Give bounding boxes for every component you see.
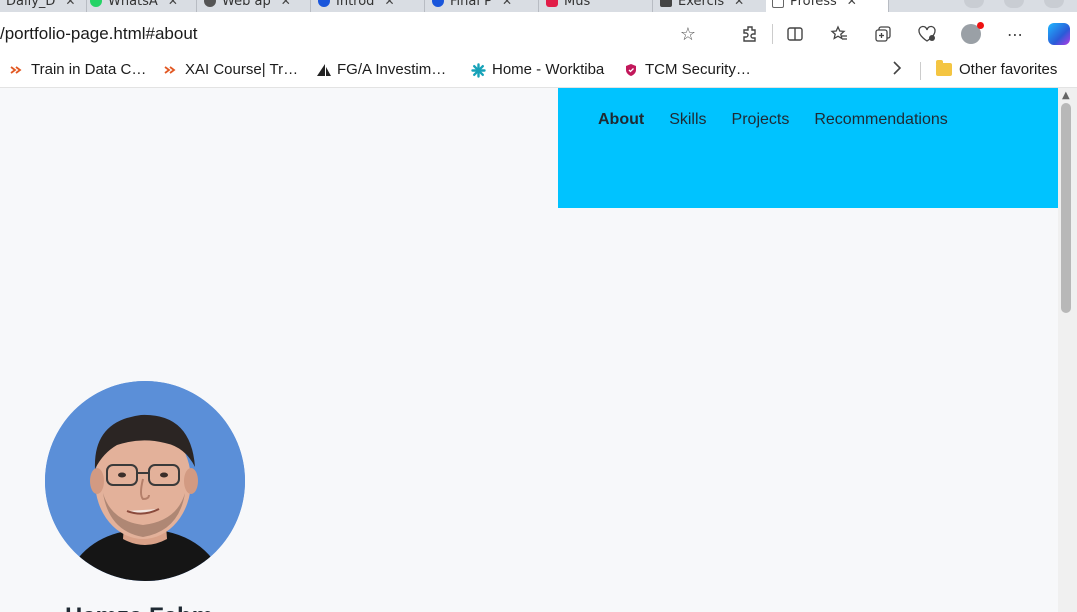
collections-icon[interactable]: [861, 22, 905, 46]
profile-avatar: [961, 22, 984, 44]
favorite-item[interactable]: XAI Course| Tr…: [164, 61, 298, 78]
train-in-data-icon: [164, 63, 178, 77]
tab-3-label: Web ap: [222, 0, 271, 9]
tab-3[interactable]: Web ap ✕: [198, 0, 311, 12]
profile-name: Hamza Fahm: [65, 603, 213, 612]
favorite-item[interactable]: Train in Data C…: [10, 61, 146, 78]
favorite-item[interactable]: FG/A Investim…: [316, 61, 446, 78]
close-window-button[interactable]: [1044, 0, 1064, 8]
web-page: About Skills Projects Recommendations: [0, 88, 1058, 612]
page-icon: [660, 0, 672, 7]
web-icon: [204, 0, 216, 7]
nav-link-projects[interactable]: Projects: [732, 111, 790, 129]
browser-essentials-icon[interactable]: [905, 22, 949, 46]
tab-5-label: Final P: [450, 0, 492, 9]
document-icon: [772, 0, 784, 8]
tab-strip: Daily_D ✕ WhatsA ✕ Web ap ✕ Introd ✕ Fin…: [0, 0, 1077, 12]
close-icon[interactable]: ✕: [734, 0, 744, 8]
favorites-bar: Train in Data C… XAI Course| Tr… FG/A In…: [0, 56, 1077, 88]
favorite-item[interactable]: TCM Security…: [624, 61, 751, 78]
tab-5[interactable]: Final P ✕: [426, 0, 539, 12]
more-options-icon[interactable]: ⋯: [993, 22, 1037, 46]
fga-icon: [316, 63, 331, 77]
nav-link-skills[interactable]: Skills: [669, 111, 706, 129]
chevron-right-icon[interactable]: [891, 59, 903, 82]
tab-2-label: WhatsA: [108, 0, 158, 9]
media-icon: [546, 0, 558, 7]
folder-icon: [936, 60, 952, 76]
course-icon: [318, 0, 330, 7]
tab-4[interactable]: Introd ✕: [312, 0, 425, 12]
close-icon[interactable]: ✕: [65, 0, 75, 8]
nav-link-about[interactable]: About: [598, 111, 644, 129]
nav-link-recommendations[interactable]: Recommendations: [814, 111, 947, 129]
favorite-item[interactable]: Home - Worktiba: [471, 61, 604, 78]
tab-active[interactable]: Profess ✕: [766, 0, 889, 12]
tab-7-label: Exercis: [678, 0, 725, 9]
close-icon[interactable]: ✕: [384, 0, 394, 8]
profile-icon[interactable]: [949, 22, 993, 46]
close-icon[interactable]: ✕: [847, 0, 857, 8]
scroll-up-icon[interactable]: ▲: [1062, 90, 1070, 101]
tab-6-label: Mus: [564, 0, 591, 9]
other-favorites-label: Other favorites: [959, 61, 1058, 78]
url-text[interactable]: /portfolio-page.html#about: [0, 24, 198, 44]
other-favorites[interactable]: Other favorites: [936, 60, 1058, 78]
favorite-label: FG/A Investim…: [337, 61, 447, 78]
maximize-button[interactable]: [1004, 0, 1024, 8]
train-in-data-icon: [10, 63, 24, 77]
toolbar-icons: ⋯: [728, 22, 1077, 46]
tab-1[interactable]: Daily_D ✕: [0, 0, 87, 12]
whatsapp-icon: [90, 0, 102, 7]
split-screen-icon[interactable]: [773, 22, 817, 46]
tab-4-label: Introd: [336, 0, 375, 9]
copilot-icon[interactable]: [1037, 22, 1077, 46]
favorite-star-icon[interactable]: ☆: [680, 24, 696, 45]
favorite-label: XAI Course| Tr…: [185, 61, 299, 78]
copilot-logo: [1048, 23, 1070, 45]
favorite-label: Train in Data C…: [31, 61, 147, 78]
close-icon[interactable]: ✕: [168, 0, 178, 8]
close-icon[interactable]: ✕: [281, 0, 291, 8]
site-navbar: About Skills Projects Recommendations: [558, 88, 1058, 208]
favorite-label: Home - Worktiba: [492, 61, 605, 78]
page-scrollbar[interactable]: ▲: [1058, 88, 1077, 612]
address-bar[interactable]: /portfolio-page.html#about ☆: [0, 18, 710, 50]
favorites-icon[interactable]: [817, 22, 861, 46]
tab-1-label: Daily_D: [6, 0, 56, 9]
tab-2[interactable]: WhatsA ✕: [84, 0, 197, 12]
extensions-icon[interactable]: [728, 22, 772, 46]
profile-photo: [45, 381, 245, 581]
scrollbar-thumb[interactable]: [1061, 103, 1071, 313]
profile-photo-image: [45, 381, 245, 581]
tab-7[interactable]: Exercis ✕: [654, 0, 767, 12]
course-icon: [432, 0, 444, 7]
minimize-button[interactable]: [964, 0, 984, 8]
close-icon[interactable]: ✕: [502, 0, 512, 8]
favorite-label: TCM Security…: [645, 61, 751, 78]
worktiba-icon: [471, 62, 486, 78]
nav-links: About Skills Projects Recommendations: [598, 111, 948, 129]
browser-toolbar: /portfolio-page.html#about ☆ ⋯: [0, 12, 1077, 56]
shield-icon: [624, 63, 638, 77]
tab-8-label: Profess: [790, 0, 837, 9]
tab-6[interactable]: Mus: [540, 0, 653, 12]
favorites-divider: [920, 62, 921, 80]
